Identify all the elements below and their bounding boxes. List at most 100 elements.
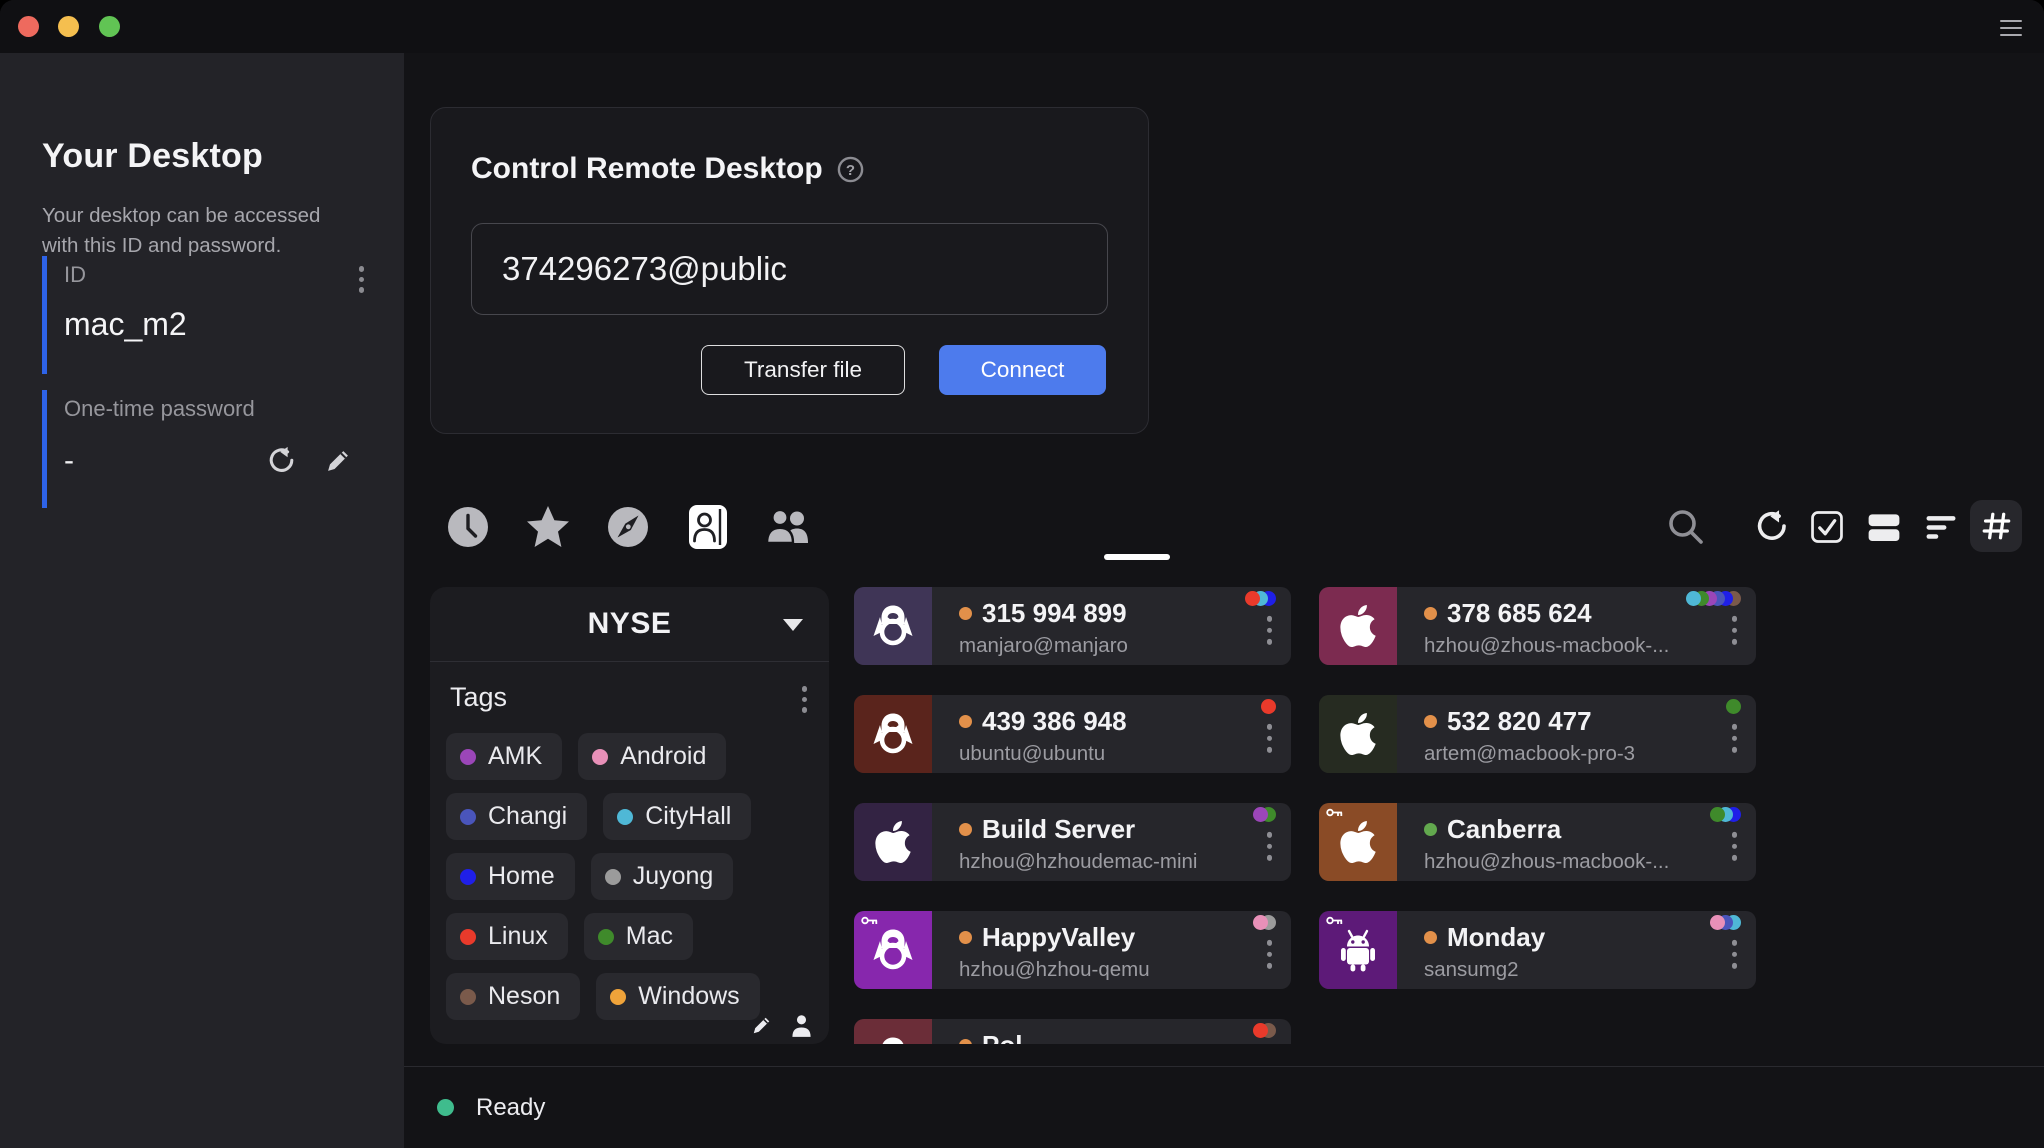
peer-name: Monday [1447,922,1545,953]
peer-menu-icon[interactable] [1264,721,1276,756]
peer-menu-icon[interactable] [1264,613,1276,648]
linux-penguin-icon [869,1034,917,1044]
peer-menu-icon[interactable] [1729,829,1741,864]
tag-label: Mac [626,922,673,951]
tag-chip[interactable]: Windows [596,973,759,1020]
refresh-password-icon[interactable] [264,445,296,477]
tag-chip[interactable]: Neson [446,973,580,1020]
peer-card[interactable]: Build Server hzhou@hzhoudemac-mini [854,803,1291,881]
peer-tag-dots [1268,699,1276,714]
sort-button[interactable] [1917,503,1965,551]
tab-discovered[interactable] [600,499,656,555]
sidebar-title: Your Desktop [42,137,263,176]
compass-icon [606,505,650,549]
magnifier-icon [1666,507,1706,547]
filter-by-id-button[interactable] [1970,500,2022,552]
peer-tag-dots [1733,699,1741,714]
tag-chip[interactable]: CityHall [603,793,751,840]
transfer-file-button[interactable]: Transfer file [701,345,905,395]
peer-card[interactable]: 315 994 899 manjaro@manjaro [854,587,1291,665]
peer-menu-icon[interactable] [1729,937,1741,972]
peer-grid: 315 994 899 manjaro@manjaro 378 685 624 … [854,587,1756,1044]
svg-text:?: ? [846,162,855,179]
sort-lines-icon [1922,508,1960,546]
tag-chip[interactable]: Android [578,733,726,780]
add-person-icon[interactable] [790,1013,813,1038]
tag-chip[interactable]: AMK [446,733,562,780]
apple-icon [1338,602,1378,650]
peer-status-dot [959,823,972,836]
device-id-menu-icon[interactable] [357,264,367,295]
edit-tags-icon[interactable] [749,1013,774,1038]
tab-recent-sessions[interactable] [440,499,496,555]
card-view-button[interactable] [1860,503,1908,551]
peer-card[interactable]: 439 386 948 ubuntu@ubuntu [854,695,1291,773]
peer-card[interactable]: Pol [854,1019,1291,1044]
zoom-window-button[interactable] [99,16,120,37]
peer-status-dot [959,931,972,944]
tab-group[interactable] [760,499,816,555]
multi-select-button[interactable] [1803,503,1851,551]
tag-color-dot [460,869,476,885]
tag-chip[interactable]: Home [446,853,575,900]
tag-color-dot [460,989,476,1005]
address-book-icon [685,503,731,551]
tag-chip[interactable]: Juyong [591,853,734,900]
peer-avatar [854,911,932,989]
connect-button[interactable]: Connect [939,345,1106,395]
peer-name: Pol [982,1030,1022,1044]
tag-label: CityHall [645,802,731,831]
tag-chip[interactable]: Mac [584,913,693,960]
search-button[interactable] [1662,503,1710,551]
tag-label: Android [620,742,706,771]
close-window-button[interactable] [18,16,39,37]
peer-menu-icon[interactable] [1729,721,1741,756]
tags-menu-icon[interactable] [800,684,810,715]
minimize-window-button[interactable] [58,16,79,37]
peer-menu-icon[interactable] [1264,937,1276,972]
chevron-down-icon [783,619,803,631]
question-circle-icon[interactable]: ? [837,156,864,183]
peer-status-dot [1424,715,1437,728]
peer-menu-icon[interactable] [1729,613,1741,648]
tag-chip[interactable]: Linux [446,913,568,960]
tab-favorites[interactable] [520,499,576,555]
peer-card[interactable]: Canberra hzhou@zhous-macbook-... [1319,803,1756,881]
tab-address-book[interactable] [680,499,736,555]
peer-card[interactable]: 378 685 624 hzhou@zhous-macbook-... [1319,587,1756,665]
peer-tag-dot [1726,699,1741,714]
refresh-button[interactable] [1746,503,1794,551]
apple-icon [873,818,913,866]
peer-card[interactable]: Monday sansumg2 [1319,911,1756,989]
peer-tag-dot [1710,915,1725,930]
key-icon [861,915,878,926]
edit-password-icon[interactable] [322,445,354,477]
peer-name: 378 685 624 [1447,598,1592,629]
tag-label: Windows [638,982,739,1011]
peer-menu-icon[interactable] [1264,829,1276,864]
address-book-dropdown-value: NYSE [588,607,672,641]
tag-color-dot [617,809,633,825]
hamburger-icon[interactable] [2000,20,2022,41]
otp-label: One-time password [64,390,366,422]
peer-card[interactable]: HappyValley hzhou@hzhou-qemu [854,911,1291,989]
address-book-dropdown[interactable]: NYSE [430,587,829,661]
hashtag-icon [1977,507,2015,545]
remote-id-input[interactable] [471,223,1108,315]
device-id-label: ID [64,256,366,288]
tag-label: Juyong [633,862,714,891]
tag-chip[interactable]: Changi [446,793,587,840]
peer-tag-dots [1717,915,1741,930]
otp-value: - [64,444,264,478]
peer-card[interactable]: 532 820 477 artem@macbook-pro-3 [1319,695,1756,773]
device-id-value[interactable]: mac_m2 [64,306,366,343]
peer-status-dot [959,607,972,620]
tag-label: Home [488,862,555,891]
tag-label: Linux [488,922,548,951]
peer-avatar [854,695,932,773]
peer-host: sansumg2 [1424,958,1704,982]
tags-label: Tags [450,682,507,712]
tag-color-dot [598,929,614,945]
peer-name: Build Server [982,814,1135,845]
checkbox-icon [1808,508,1846,546]
